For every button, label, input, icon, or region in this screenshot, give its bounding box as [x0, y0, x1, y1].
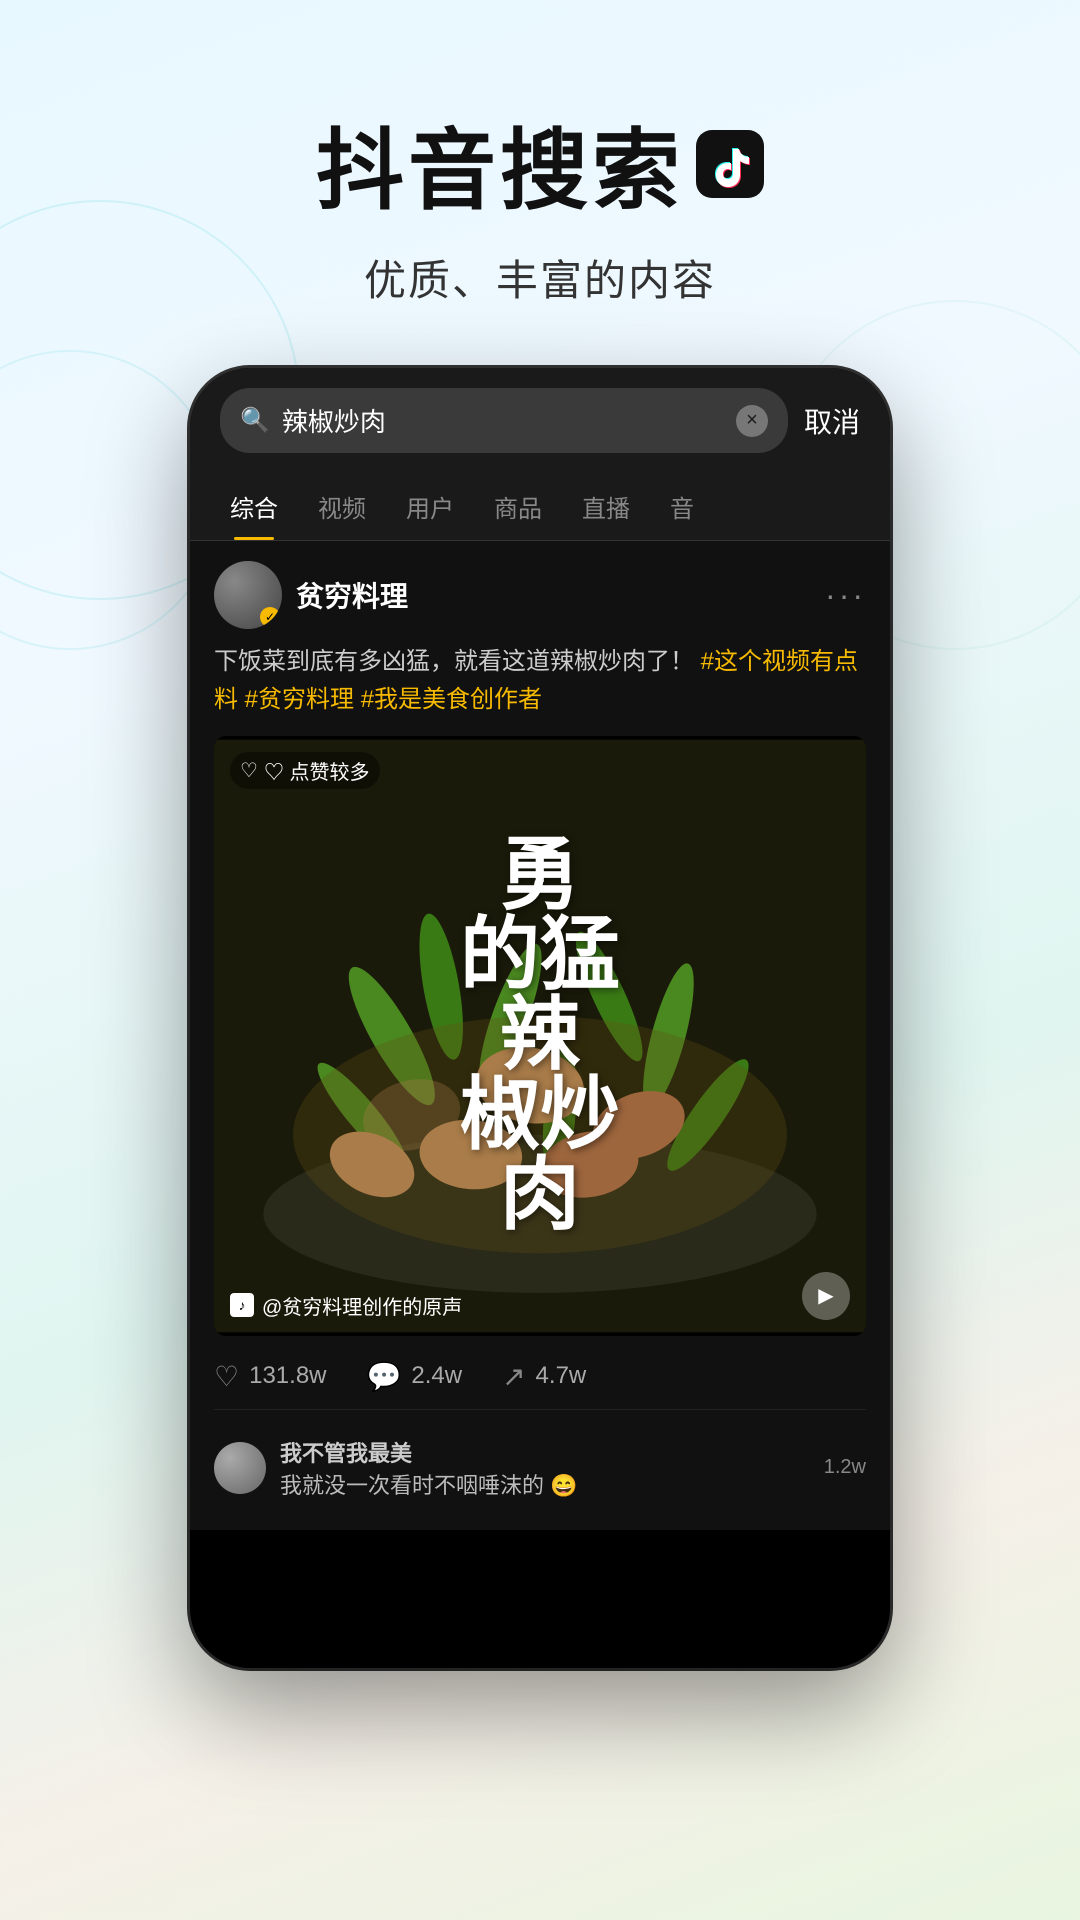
hashtag-2[interactable]: #贫穷料理: [245, 686, 354, 713]
heart-stat-icon: ♡: [214, 1360, 239, 1393]
heart-icon: ♡: [240, 758, 258, 783]
tab-用户[interactable]: 用户: [386, 473, 474, 540]
tab-直播[interactable]: 直播: [562, 473, 650, 540]
post-text: 下饭菜到底有多凶猛，就看这道辣椒炒肉了！ #这个视频有点料 #贫穷料理 #我是美…: [214, 643, 866, 720]
clear-icon: ×: [746, 409, 758, 432]
post-card: ✓ 贫穷料理 ··· 下饭菜到底有多凶猛，就看这道辣椒炒肉了！ #这个视频有点料…: [190, 541, 890, 1530]
user-info: ✓ 贫穷料理: [214, 561, 408, 629]
tab-视频[interactable]: 视频: [298, 473, 386, 540]
sound-bar: ♪ @贫穷料理创作的原声: [230, 1291, 462, 1320]
tabs-bar: 综合 视频 用户 商品 直播 音: [190, 473, 890, 541]
comments-count: 2.4w: [411, 1362, 462, 1390]
comment-preview: 我不管我最美 我就没一次看时不咽唾沫的 😄 1.2w: [214, 1409, 866, 1510]
tab-label-直播: 直播: [582, 496, 630, 523]
likes-badge-text: ♡ 点赞较多: [264, 756, 370, 785]
clear-search-button[interactable]: ×: [736, 405, 768, 437]
search-input-container[interactable]: 🔍 辣椒炒肉 ×: [220, 388, 788, 453]
comment-text-1: 我就没一次看时不咽唾沫的 😄: [280, 1468, 810, 1500]
play-icon: ▶: [818, 1283, 833, 1308]
share-stat-icon: ↗: [502, 1360, 525, 1393]
hashtag-3[interactable]: #我是美食创作者: [361, 686, 542, 713]
post-header: ✓ 贫穷料理 ···: [214, 561, 866, 629]
cancel-search-button[interactable]: 取消: [804, 401, 860, 441]
header-section: 抖音搜索 优质、丰富的内容: [0, 0, 1080, 348]
comments-stat[interactable]: 💬 2.4w: [367, 1360, 463, 1393]
tiktok-logo-icon: [696, 130, 764, 198]
video-thumbnail[interactable]: ♡ ♡ 点赞较多 勇的猛辣椒炒肉 ♪ @贫穷料理创作的原声 ▶: [214, 736, 866, 1336]
comment-stat-icon: 💬: [367, 1360, 402, 1393]
sound-text: @贫穷料理创作的原声: [262, 1291, 462, 1320]
tab-label-视频: 视频: [318, 496, 366, 523]
phone-wrapper: 🔍 辣椒炒肉 × 取消 综合 视频 用户: [0, 368, 1080, 1668]
user-avatar[interactable]: ✓: [214, 561, 282, 629]
more-options-button[interactable]: ···: [825, 577, 866, 614]
tiktok-small-icon: ♪: [230, 1293, 254, 1317]
video-overlay-text: 勇的猛辣椒炒肉: [440, 816, 640, 1256]
tab-label-音乐: 音: [670, 496, 694, 523]
video-title-overlay: 勇的猛辣椒炒肉: [214, 736, 866, 1336]
comment-username-1: 我不管我最美: [280, 1436, 810, 1468]
shares-count: 4.7w: [536, 1362, 587, 1390]
stats-row: ♡ 131.8w 💬 2.4w ↗ 4.7w: [214, 1352, 866, 1409]
main-title-container: 抖音搜索: [0, 100, 1080, 227]
search-query-text: 辣椒炒肉: [282, 402, 724, 439]
tab-音乐[interactable]: 音: [650, 473, 714, 540]
username-label[interactable]: 贫穷料理: [296, 575, 408, 615]
verified-badge: ✓: [260, 607, 280, 627]
tab-label-综合: 综合: [230, 496, 278, 523]
comment-avatar-1: [214, 1442, 266, 1494]
search-icon: 🔍: [240, 406, 270, 435]
comment-row-1: 我不管我最美 我就没一次看时不咽唾沫的 😄 1.2w: [214, 1426, 866, 1510]
tab-商品[interactable]: 商品: [474, 473, 562, 540]
phone-frame: 🔍 辣椒炒肉 × 取消 综合 视频 用户: [190, 368, 890, 1668]
comment-like-count-1: 1.2w: [824, 1456, 866, 1479]
main-title-text: 抖音搜索: [316, 100, 684, 227]
likes-stat[interactable]: ♡ 131.8w: [214, 1360, 327, 1393]
shares-stat[interactable]: ↗ 4.7w: [502, 1360, 586, 1393]
comment-content: 我不管我最美 我就没一次看时不咽唾沫的 😄: [280, 1436, 810, 1500]
phone-screen: 🔍 辣椒炒肉 × 取消 综合 视频 用户: [190, 368, 890, 1668]
tab-label-用户: 用户: [406, 496, 454, 523]
tab-综合[interactable]: 综合: [210, 473, 298, 540]
likes-count: 131.8w: [249, 1362, 326, 1390]
play-button[interactable]: ▶: [802, 1272, 850, 1320]
subtitle-text: 优质、丰富的内容: [0, 247, 1080, 308]
search-bar: 🔍 辣椒炒肉 × 取消: [190, 368, 890, 473]
tab-label-商品: 商品: [494, 496, 542, 523]
likes-badge: ♡ ♡ 点赞较多: [230, 752, 380, 789]
post-main-text: 下饭菜到底有多凶猛，就看这道辣椒炒肉了！: [214, 648, 694, 675]
